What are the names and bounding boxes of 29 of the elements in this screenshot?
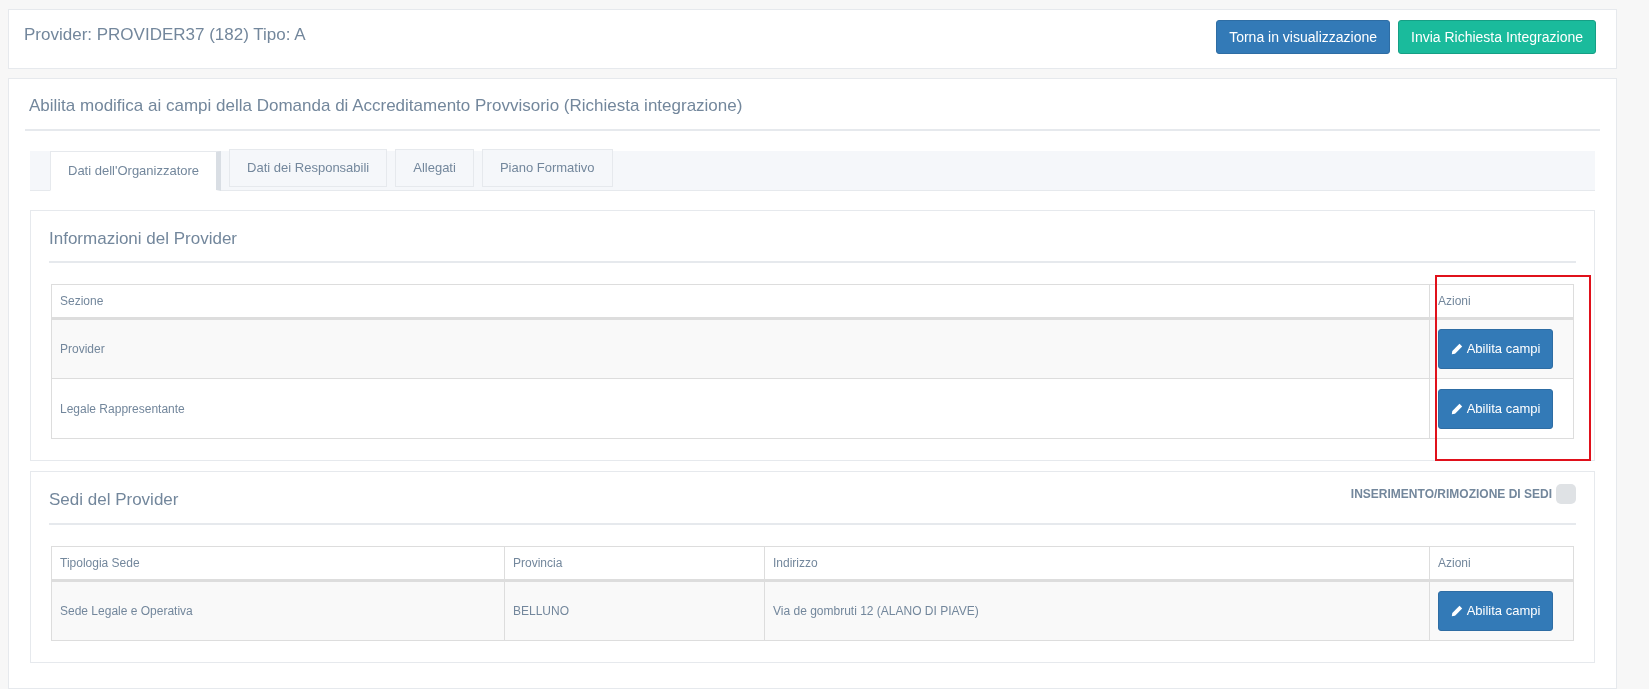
section-title: Informazioni del Provider xyxy=(49,227,238,250)
column-header: Sezione xyxy=(51,284,1430,319)
pencil-icon xyxy=(1450,343,1463,355)
table-cell: Sede Legale e Operativa xyxy=(51,580,505,640)
column-header: Azioni xyxy=(1429,546,1574,580)
table-cell: Legale Rappresentante xyxy=(51,378,1430,439)
toggle-label: INSERIMENTO/RIMOZIONE DI SEDI xyxy=(1350,486,1552,503)
table-cell: BELLUNO xyxy=(504,580,765,640)
tab[interactable]: Allegati xyxy=(395,148,474,187)
pencil-icon xyxy=(1450,402,1463,415)
page-title: Abilita modifica ai campi della Domanda di Accreditamento Provvisorio (Richiesta integrazione) xyxy=(29,96,743,115)
section-title: Sedi del Provider xyxy=(49,489,179,511)
enable-fields-button[interactable]: Abilita campi xyxy=(1438,388,1553,429)
column-header: Tipologia Sede xyxy=(51,546,505,580)
pencil-icon xyxy=(1450,604,1463,617)
column-header: Azioni xyxy=(1429,284,1574,319)
toggle-switch[interactable] xyxy=(1556,484,1576,504)
tab[interactable]: Dati dell'Organizzatore xyxy=(50,150,222,191)
table-cell: Via de gombruti 12 (ALANO DI PIAVE) xyxy=(764,580,1430,640)
provider-title: Provider: PROVIDER37 (182) Tipo: A xyxy=(24,24,306,47)
tab[interactable]: Piano Formativo xyxy=(481,148,613,187)
enable-fields-button[interactable]: Abilita campi xyxy=(1438,329,1553,369)
column-header: Provincia xyxy=(504,546,765,580)
back-button[interactable]: Torna in visualizzazione xyxy=(1216,20,1390,54)
send-request-button[interactable]: Invia Richiesta Integrazione xyxy=(1398,20,1596,54)
column-header: Indirizzo xyxy=(764,546,1430,580)
tab[interactable]: Dati dei Responsabili xyxy=(229,148,388,187)
enable-fields-button[interactable]: Abilita campi xyxy=(1438,590,1553,631)
table-cell: Provider xyxy=(51,318,1430,379)
